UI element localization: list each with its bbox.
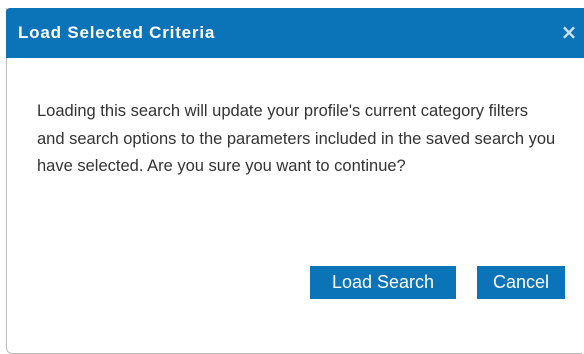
dialog-titlebar: Load Selected Criteria × bbox=[6, 8, 584, 58]
load-search-button[interactable]: Load Search bbox=[310, 266, 456, 299]
dialog-message: Loading this search will update your pro… bbox=[37, 102, 556, 175]
cancel-button[interactable]: Cancel bbox=[477, 266, 565, 299]
close-icon[interactable]: × bbox=[560, 22, 578, 42]
dialog-title: Load Selected Criteria bbox=[18, 23, 216, 42]
dialog-frame bbox=[6, 8, 582, 354]
load-criteria-dialog: Load Selected Criteria × Loading this se… bbox=[0, 0, 584, 354]
